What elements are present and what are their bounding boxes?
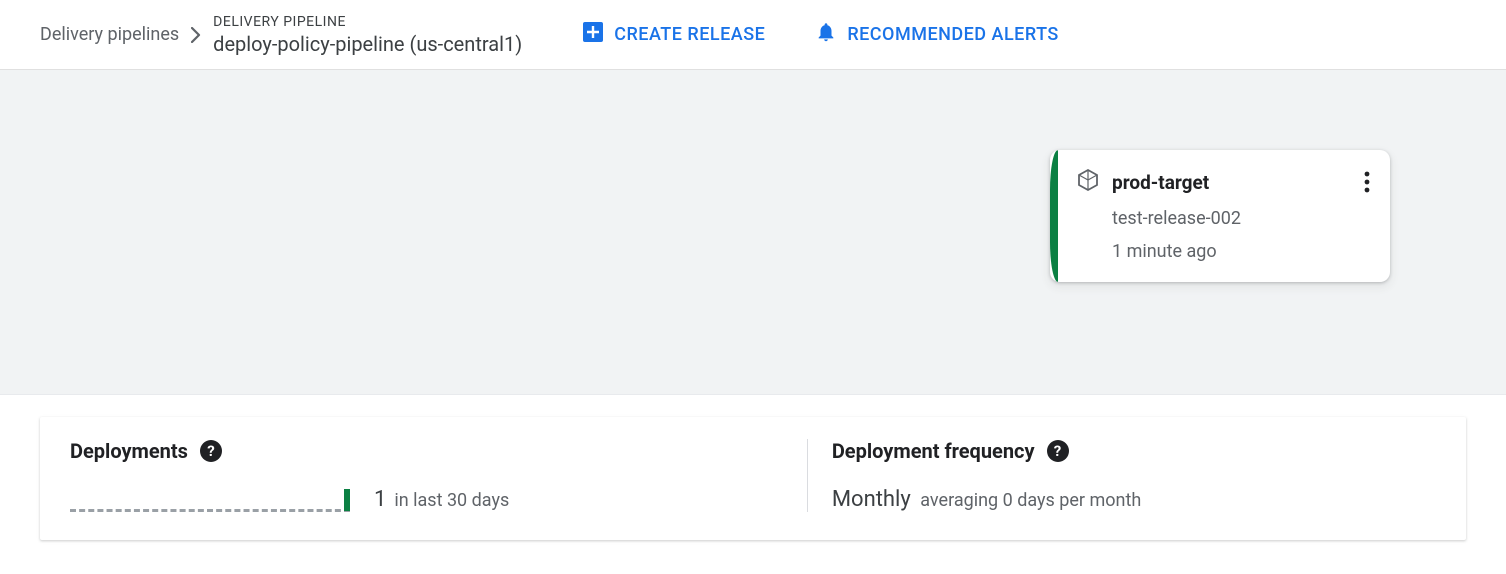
chevron-right-icon bbox=[191, 27, 201, 43]
more-vert-icon[interactable] bbox=[1364, 171, 1370, 193]
breadcrumb-current: DELIVERY PIPELINE deploy-policy-pipeline… bbox=[213, 14, 522, 56]
frequency-detail: averaging 0 days per month bbox=[920, 490, 1141, 511]
frequency-heading: Deployment frequency ? bbox=[832, 439, 1436, 463]
help-icon[interactable]: ? bbox=[200, 440, 222, 462]
create-release-label: CREATE RELEASE bbox=[614, 24, 765, 45]
gke-target-icon bbox=[1076, 168, 1100, 196]
deployments-title: Deployments bbox=[70, 439, 188, 463]
target-card[interactable]: prod-target test-release-002 1 minute ag… bbox=[1050, 150, 1390, 282]
create-release-button[interactable]: CREATE RELEASE bbox=[582, 21, 765, 48]
pipeline-canvas[interactable]: prod-target test-release-002 1 minute ag… bbox=[0, 70, 1506, 395]
deployments-count: 1 bbox=[374, 487, 386, 512]
target-name: prod-target bbox=[1112, 171, 1209, 194]
deployments-sparkline bbox=[70, 492, 350, 512]
metrics-card: Deployments ? 1 in last 30 days Deployme… bbox=[40, 417, 1466, 540]
status-accent-success bbox=[1050, 150, 1058, 282]
help-icon[interactable]: ? bbox=[1047, 440, 1069, 462]
metrics-section: Deployments ? 1 in last 30 days Deployme… bbox=[0, 395, 1506, 570]
deployments-heading: Deployments ? bbox=[70, 439, 807, 463]
header-bar: Delivery pipelines DELIVERY PIPELINE dep… bbox=[0, 0, 1506, 70]
frequency-value: Monthly bbox=[832, 487, 911, 512]
bell-add-icon bbox=[815, 21, 837, 48]
frequency-title: Deployment frequency bbox=[832, 439, 1035, 463]
target-age: 1 minute ago bbox=[1112, 241, 1370, 262]
add-box-icon bbox=[582, 21, 604, 48]
sparkline-bar bbox=[344, 489, 350, 511]
pipeline-name: deploy-policy-pipeline (us-central1) bbox=[213, 32, 522, 56]
breadcrumb-root[interactable]: Delivery pipelines bbox=[40, 24, 179, 45]
recommended-alerts-label: RECOMMENDED ALERTS bbox=[847, 24, 1059, 45]
target-release: test-release-002 bbox=[1112, 208, 1370, 229]
recommended-alerts-button[interactable]: RECOMMENDED ALERTS bbox=[815, 21, 1059, 48]
deployments-period: in last 30 days bbox=[394, 490, 509, 511]
pipeline-overline: DELIVERY PIPELINE bbox=[213, 14, 522, 30]
